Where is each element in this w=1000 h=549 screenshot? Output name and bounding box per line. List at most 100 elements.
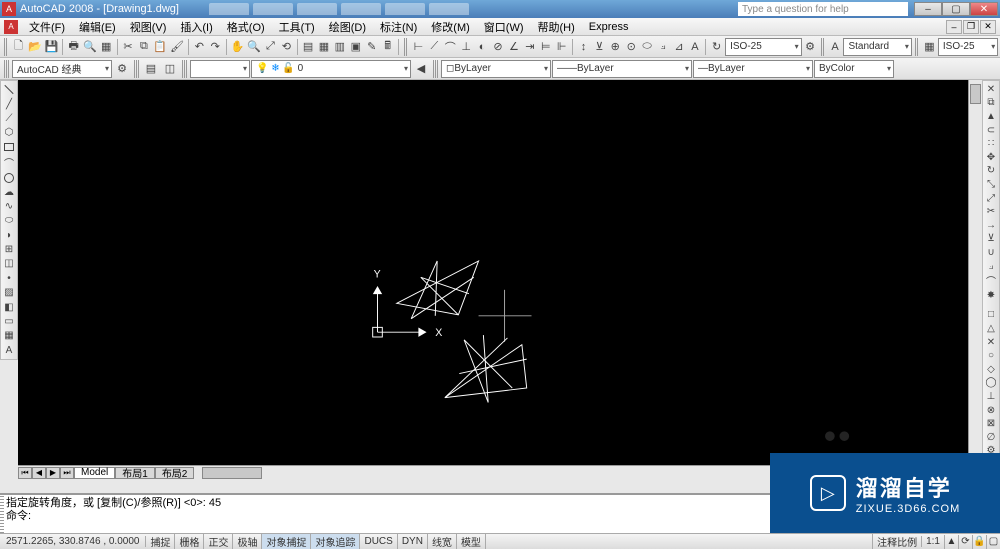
trim-tool[interactable]: ✂ — [983, 205, 999, 218]
color-combo[interactable]: ◻ ByLayer — [441, 60, 551, 78]
zoom-realtime-button[interactable]: 🔍 — [246, 38, 262, 56]
cut-button[interactable]: ✂ — [121, 38, 136, 56]
tab-scroll-first[interactable]: ⏮ — [18, 467, 32, 479]
layer-filter-combo[interactable] — [190, 60, 250, 78]
dim-quick-button[interactable]: ⇥ — [522, 38, 537, 56]
menu-edit[interactable]: 编辑(E) — [73, 19, 122, 35]
erase-tool[interactable]: ✕ — [983, 83, 999, 96]
fillet-tool[interactable]: ⌒ — [983, 273, 999, 288]
layout2-tab[interactable]: 布局2 — [155, 467, 195, 479]
close-button[interactable]: ✕ — [970, 2, 998, 16]
layer-states-button[interactable]: ◫ — [161, 60, 179, 78]
dim-arc-button[interactable]: ⌒ — [443, 38, 458, 56]
break-tool[interactable]: ⊻ — [983, 233, 999, 246]
stretch-tool[interactable]: ⤢ — [983, 192, 999, 205]
print-button[interactable]: 🖶 — [66, 38, 81, 56]
dim-baseline-button[interactable]: ⊨ — [538, 38, 553, 56]
toolbar-grip[interactable] — [4, 38, 8, 56]
tablestyle-button[interactable]: ▦ — [922, 38, 937, 56]
polyline-tool[interactable]: ⟋ — [1, 112, 17, 125]
menu-help[interactable]: 帮助(H) — [532, 19, 581, 35]
toolbar-grip[interactable] — [915, 38, 919, 56]
endpoint-osnap[interactable]: □ — [983, 309, 999, 322]
preview-button[interactable]: 🔍 — [82, 38, 98, 56]
ellipsearc-tool[interactable]: ◗ — [1, 229, 17, 242]
modelspace-toggle[interactable]: 模型 — [457, 534, 486, 549]
toolbar-grip[interactable] — [404, 38, 408, 56]
centermark-button[interactable]: ⊙ — [624, 38, 639, 56]
toolbar-grip[interactable] — [4, 60, 9, 78]
grid-toggle[interactable]: 栅格 — [175, 534, 204, 549]
clean-screen-icon[interactable]: ▢ — [986, 535, 1000, 549]
redo-button[interactable]: ↷ — [208, 38, 223, 56]
copy-button[interactable]: ⧉ — [136, 38, 151, 56]
drawing-area[interactable]: X Y — [18, 80, 982, 479]
dim-angular-button[interactable]: ∠ — [506, 38, 521, 56]
anno-visibility-icon[interactable]: ▲ — [944, 535, 958, 549]
osnap-toggle[interactable]: 对象捕捉 — [262, 534, 311, 549]
tablestyle-combo[interactable]: ISO-25 — [938, 38, 998, 56]
menu-format[interactable]: 格式(O) — [221, 19, 271, 35]
pan-button[interactable]: ✋ — [230, 38, 246, 56]
designcenter-button[interactable]: ▦ — [317, 38, 332, 56]
hatch-tool[interactable]: ▨ — [1, 286, 17, 299]
command-grip[interactable] — [0, 495, 4, 533]
dimstyle-update-button[interactable]: ↻ — [709, 38, 724, 56]
menu-insert[interactable]: 插入(I) — [174, 19, 218, 35]
dim-radius-button[interactable]: ◐ — [475, 38, 490, 56]
doc-restore-button[interactable]: ❐ — [963, 20, 979, 34]
revcloud-tool[interactable]: ☁ — [1, 185, 17, 198]
workspace-settings-button[interactable]: ⚙ — [113, 60, 131, 78]
layer-manager-button[interactable]: ▤ — [142, 60, 160, 78]
gradient-tool[interactable]: ◧ — [1, 300, 17, 313]
help-search-input[interactable]: Type a question for help — [738, 2, 908, 16]
spline-tool[interactable]: ∿ — [1, 200, 17, 213]
plotstyle-combo[interactable]: ByColor — [814, 60, 894, 78]
layer-combo[interactable]: 💡 ❄ 🔓 0 — [251, 60, 411, 78]
tab-scroll-last[interactable]: ⏭ — [60, 467, 74, 479]
rotate-tool[interactable]: ↻ — [983, 165, 999, 178]
quadrant-osnap[interactable]: ◇ — [983, 363, 999, 376]
new-button[interactable]: 🗋 — [11, 38, 26, 56]
annotation-scale-value[interactable]: 1:1 — [921, 536, 944, 547]
doc-minimize-button[interactable]: – — [946, 20, 962, 34]
anno-autoscale-icon[interactable]: ⟳ — [958, 535, 972, 549]
menu-view[interactable]: 视图(V) — [124, 19, 173, 35]
circle-tool[interactable] — [1, 171, 17, 184]
maximize-button[interactable]: ▢ — [942, 2, 970, 16]
dimstyle-combo[interactable]: ISO-25 — [725, 38, 802, 56]
dim-ordinate-button[interactable]: ⊥ — [459, 38, 474, 56]
paste-button[interactable]: 📋 — [152, 38, 168, 56]
minimize-button[interactable]: – — [914, 2, 942, 16]
perpendicular-osnap[interactable]: ⊥ — [983, 390, 999, 403]
layout1-tab[interactable]: 布局1 — [115, 467, 155, 479]
calc-button[interactable]: 🖩 — [380, 38, 395, 56]
join-tool[interactable]: ∪ — [983, 246, 999, 259]
dimedit-button[interactable]: ⊿ — [672, 38, 687, 56]
chamfer-tool[interactable]: ⟓ — [983, 260, 999, 273]
lineweight-combo[interactable]: — ByLayer — [693, 60, 813, 78]
otrack-toggle[interactable]: 对象追踪 — [311, 534, 360, 549]
ellipse-tool[interactable]: ⬭ — [1, 214, 17, 227]
tab-scroll-next[interactable]: ▶ — [46, 467, 60, 479]
toolbar-grip[interactable] — [821, 38, 825, 56]
polar-toggle[interactable]: 极轴 — [233, 534, 262, 549]
menu-express[interactable]: Express — [583, 21, 635, 33]
layer-prev-button[interactable]: ◀ — [412, 60, 430, 78]
table-tool[interactable]: ▦ — [1, 329, 17, 342]
polygon-tool[interactable]: ⬡ — [1, 126, 17, 139]
dyn-toggle[interactable]: DYN — [398, 534, 428, 549]
textstyle-button[interactable]: A — [828, 38, 843, 56]
workspace-combo[interactable]: AutoCAD 经典 — [12, 60, 112, 78]
tab-scroll-prev[interactable]: ◀ — [32, 467, 46, 479]
dim-aligned-button[interactable]: ⟋ — [427, 38, 442, 56]
inspect-button[interactable]: ⬭ — [640, 38, 655, 56]
arc-tool[interactable]: ⌒ — [1, 155, 17, 170]
menu-draw[interactable]: 绘图(D) — [323, 19, 372, 35]
matchprop-button[interactable]: 🖌 — [169, 38, 185, 56]
intersection-osnap[interactable]: ✕ — [983, 336, 999, 349]
extend-tool[interactable]: → — [983, 219, 999, 232]
open-button[interactable]: 📂 — [27, 38, 43, 56]
nearest-osnap[interactable]: ⊠ — [983, 417, 999, 430]
dimtedit-button[interactable]: A — [687, 38, 702, 56]
